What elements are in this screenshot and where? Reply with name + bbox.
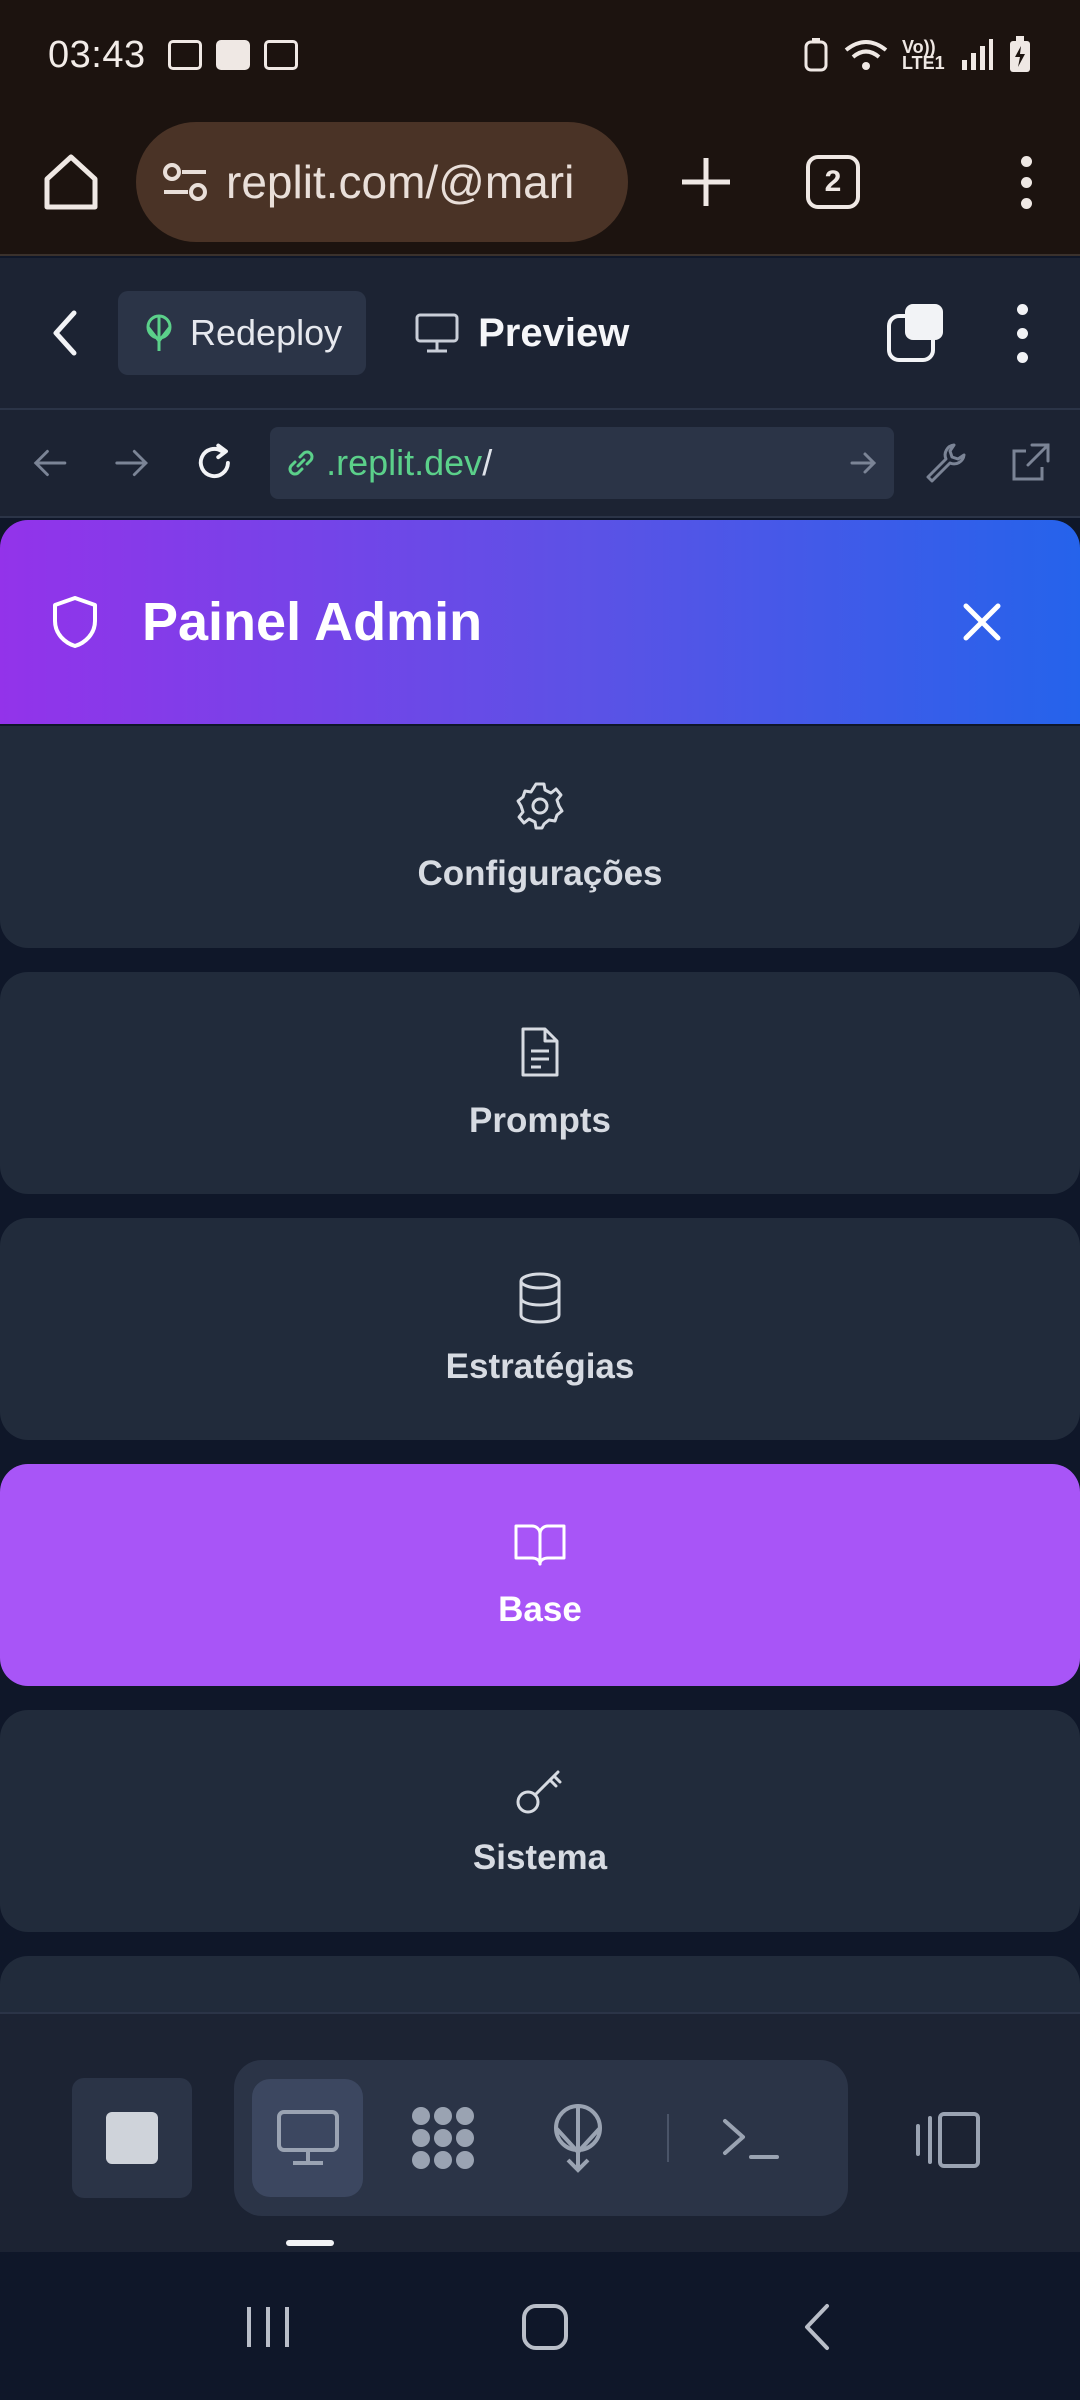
signal-icon xyxy=(962,39,993,70)
home-icon xyxy=(44,154,98,210)
voicemail-icon xyxy=(167,40,202,70)
back-chevron-icon[interactable] xyxy=(40,303,92,363)
menu-item-base[interactable]: Base xyxy=(0,1464,1080,1686)
panels-icon[interactable] xyxy=(910,2110,984,2170)
dock-deploy-button[interactable] xyxy=(522,2079,633,2197)
preview-label: Preview xyxy=(478,310,630,355)
deploy-icon xyxy=(553,2104,602,2173)
menu-label: Base xyxy=(498,1590,582,1629)
site-settings-icon xyxy=(163,163,207,201)
book-open-icon xyxy=(514,1524,566,1566)
address-bar[interactable]: replit.com/@mari xyxy=(136,122,628,242)
wrench-icon[interactable] xyxy=(924,441,968,485)
browser-toolbar: replit.com/@mari 2 xyxy=(0,110,1080,256)
nav-back-icon[interactable] xyxy=(28,441,71,485)
gear-icon xyxy=(516,782,564,830)
preview-path: / xyxy=(482,442,493,483)
status-time: 03:43 xyxy=(48,33,146,76)
redeploy-button[interactable]: Redeploy xyxy=(118,291,367,375)
recent-apps-icon[interactable] xyxy=(243,2303,293,2351)
redeploy-label: Redeploy xyxy=(190,312,343,353)
new-tab-icon[interactable] xyxy=(676,152,736,212)
terminal-icon xyxy=(723,2119,780,2159)
dock-separator xyxy=(667,2114,669,2162)
reload-icon[interactable] xyxy=(193,441,236,485)
active-indicator xyxy=(286,2240,334,2246)
stop-icon xyxy=(106,2112,158,2164)
menu-label: Configurações xyxy=(417,854,663,893)
replit-dock xyxy=(0,2012,1080,2252)
key-icon xyxy=(516,1770,562,1814)
address-url: replit.com/@mari xyxy=(226,156,575,208)
system-icons: Vo)) LTE1 xyxy=(802,36,1032,74)
replit-menu-button[interactable] xyxy=(1017,303,1028,363)
admin-panel-title: Painel Admin xyxy=(142,592,483,652)
monitor-icon xyxy=(276,2110,339,2165)
dock-preview-button[interactable] xyxy=(252,2079,364,2197)
database-icon xyxy=(519,1272,561,1324)
menu-item-partial[interactable] xyxy=(0,1956,1080,2012)
close-icon[interactable] xyxy=(960,600,1004,644)
nav-forward-icon[interactable] xyxy=(111,441,154,485)
menu-item-prompts[interactable]: Prompts xyxy=(0,972,1080,1194)
agent-icon xyxy=(411,2107,474,2169)
tabs-stack-icon[interactable] xyxy=(887,304,947,362)
admin-menu: Configurações Prompts Estratégias Base S… xyxy=(0,726,1080,2012)
tab-switcher-button[interactable]: 2 xyxy=(806,155,860,209)
checkbox-icon xyxy=(215,40,250,70)
menu-item-configuracoes[interactable]: Configurações xyxy=(0,726,1080,948)
voicemail-badge-icon xyxy=(263,40,298,70)
battery-saver-icon xyxy=(804,38,828,72)
menu-item-sistema[interactable]: Sistema xyxy=(0,1710,1080,1932)
monitor-icon xyxy=(415,313,459,353)
back-nav-icon[interactable] xyxy=(797,2302,837,2352)
menu-label: Prompts xyxy=(469,1101,611,1140)
dock-shell-button[interactable] xyxy=(695,2079,806,2197)
menu-label: Estratégias xyxy=(445,1347,635,1386)
menu-item-estrategias[interactable]: Estratégias xyxy=(0,1218,1080,1440)
admin-panel-header: Painel Admin xyxy=(0,520,1080,724)
wifi-icon xyxy=(844,40,888,70)
deploy-icon xyxy=(146,314,172,351)
file-text-icon xyxy=(521,1027,559,1077)
external-link-icon[interactable] xyxy=(1008,441,1052,485)
network-type: Vo)) LTE1 xyxy=(902,37,945,73)
preview-url-bar: .replit.dev / xyxy=(0,410,1080,518)
dock-tabs xyxy=(234,2060,848,2216)
home-button[interactable] xyxy=(36,147,106,217)
go-arrow-icon[interactable] xyxy=(848,447,880,479)
browser-menu-button[interactable] xyxy=(1016,155,1036,209)
battery-icon xyxy=(1010,36,1030,72)
preview-domain: .replit.dev xyxy=(326,442,483,483)
notification-icons xyxy=(167,40,298,70)
system-navigation-bar xyxy=(0,2254,1080,2400)
status-bar: 03:43 Vo)) LTE1 xyxy=(0,0,1080,110)
menu-label: Sistema xyxy=(472,1838,608,1877)
home-nav-icon[interactable] xyxy=(520,2302,570,2352)
preview-tab[interactable]: Preview xyxy=(414,311,629,356)
shield-icon xyxy=(53,596,97,648)
link-icon xyxy=(288,450,314,476)
dock-agent-button[interactable] xyxy=(387,2079,498,2197)
replit-header: Redeploy Preview xyxy=(0,258,1080,410)
stop-button[interactable] xyxy=(72,2078,192,2198)
preview-url-field[interactable]: .replit.dev / xyxy=(270,427,894,499)
